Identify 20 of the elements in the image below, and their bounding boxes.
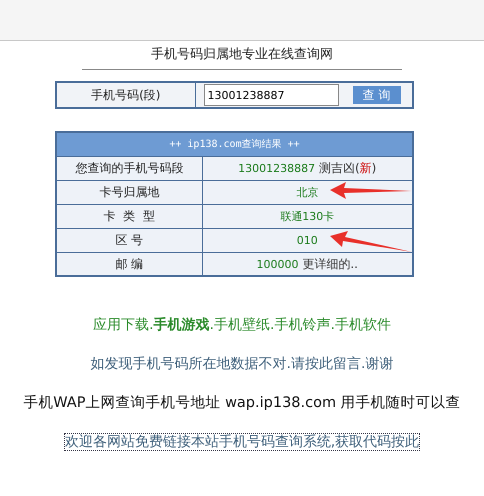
row-label: 卡 类 型 (104, 209, 155, 223)
text-link[interactable]: 如发现手机号码所在地数据不对.请按此留言.谢谢 (90, 356, 394, 372)
row-label: 您查询的手机号码段 (75, 161, 184, 175)
text-link[interactable]: 应用下载.手机游戏.手机壁纸.手机铃声.手机软件 (93, 317, 391, 333)
row-value: 北京 (296, 186, 318, 199)
page-title: 手机号码归属地专业在线查询网 (150, 46, 334, 64)
field-label: 手机号码(段) (91, 88, 160, 102)
row-label: 邮 编 (115, 256, 144, 271)
text-link[interactable]: 手机WAP上网查询手机号地址 wap.ip138.com 用手机随时可以查 (23, 395, 461, 411)
row-label: 卡号归属地 (99, 185, 160, 199)
detail-link[interactable]: 更详细的.. (302, 256, 358, 270)
result-header: ++ ip138.com查询结果 ++ (169, 138, 300, 150)
row-value: 13001238887 (238, 162, 316, 175)
detail-link[interactable]: 测吉凶(新) (318, 160, 376, 175)
row-value: 010 (296, 234, 318, 247)
phone-input[interactable]: 13001238887 (204, 84, 338, 106)
row-value: 联通130卡 (280, 210, 334, 223)
row-label: 区 号 (115, 233, 144, 247)
row-value: 100000 (256, 258, 299, 270)
text-link[interactable]: 欢迎各网站免费链接本站手机号码查询系统,获取代码按此 (64, 434, 420, 450)
